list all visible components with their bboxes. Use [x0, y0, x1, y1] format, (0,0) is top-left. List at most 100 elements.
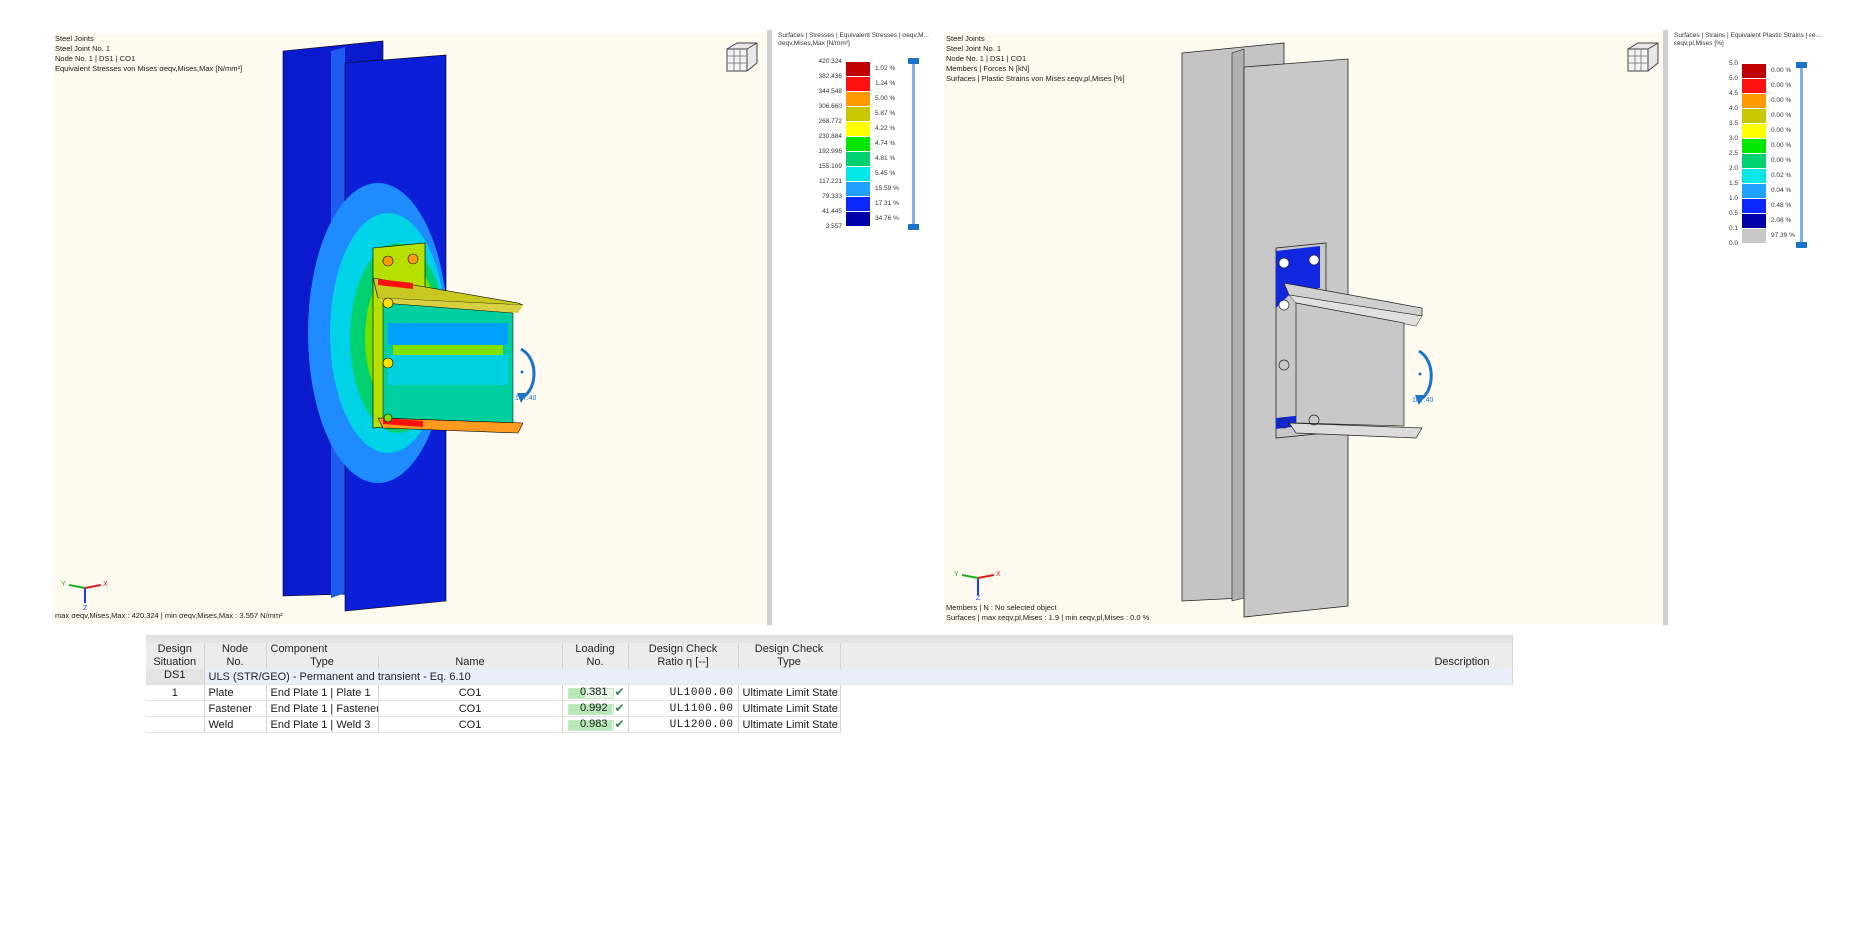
table-row[interactable]: FastenerEnd Plate 1 | Fasteners 1 | Bolt…	[146, 700, 1512, 717]
legend-percent: 1.24 %	[875, 80, 896, 87]
design-situation-cell[interactable]: DS1	[146, 669, 205, 685]
legend-percent: 0.48 %	[1771, 202, 1792, 209]
header-description[interactable]: Description	[840, 643, 1513, 669]
description-cell[interactable]: Ultimate Limit State | Bolt check	[738, 700, 841, 717]
legend-value: 2.0	[1728, 165, 1738, 172]
legend-color-swatch	[1742, 124, 1766, 138]
legend-percent: 1.02 %	[875, 65, 896, 72]
node-no-cell[interactable]	[146, 716, 205, 733]
legend-percent: 0.00 %	[1771, 157, 1792, 164]
plastic-strain-3d-view[interactable]: Steel Joints Steel Joint No. 1 Node No. …	[944, 33, 1663, 624]
legend-range-slider[interactable]	[1800, 64, 1803, 244]
legend-percent: 17.31 %	[875, 200, 899, 207]
name-cell[interactable]: End Plate 1 | Weld 3	[266, 716, 379, 733]
check-type-cell[interactable]: UL1200.00	[628, 716, 739, 733]
legend-percent: 0.02 %	[1771, 172, 1792, 179]
header-design-situation[interactable]: Design Situation	[146, 643, 205, 669]
legend-title-line: Surfaces | Stresses | Equivalent Stresse…	[778, 32, 929, 39]
legend-percent: 97.39 %	[1771, 232, 1795, 239]
group-label[interactable]: ULS (STR/GEO) - Permanent and transient …	[204, 669, 1513, 685]
name-cell[interactable]: End Plate 1 | Plate 1	[266, 684, 379, 701]
footer-line: Members | N : No selected object	[946, 603, 1057, 612]
header-design-check-type[interactable]: Design Check Type	[738, 643, 841, 669]
check-passed-icon: ✔	[614, 701, 625, 715]
ratio-cell[interactable]: 0.992 ✔	[562, 700, 629, 717]
slider-bottom-handle[interactable]	[908, 224, 919, 230]
type-cell[interactable]: Weld	[204, 716, 267, 733]
legend-percent: 34.76 %	[875, 215, 899, 222]
header-loading-no[interactable]: Loading No.	[562, 643, 629, 669]
view-footer: Members | N : No selected object Surface…	[946, 603, 1149, 623]
legend-percent: 5.45 %	[875, 170, 896, 177]
legend-value: 79.333	[822, 193, 842, 200]
view-footer: max σeqv,Mises,Max : 420.324 | min σeqv,…	[55, 611, 283, 620]
ratio-value: 0.992	[579, 702, 608, 714]
legend-percent: 0.00 %	[1771, 142, 1792, 149]
legend-title-line: εeqv,pl,Mises [%]	[1674, 40, 1724, 47]
legend-value: 2.5	[1728, 150, 1738, 157]
legend-percent: 0.00 %	[1771, 112, 1792, 119]
legend-color-swatch	[1742, 94, 1766, 108]
type-cell[interactable]: Plate	[204, 684, 267, 701]
type-cell[interactable]: Fastener	[204, 700, 267, 717]
ratio-cell[interactable]: 0.381 ✔	[562, 684, 629, 701]
legend-title: Surfaces | Stresses | Equivalent Stresse…	[778, 32, 929, 48]
ratio-value: 0.381	[579, 686, 608, 698]
legend-percent: 0.00 %	[1771, 127, 1792, 134]
axis-x-label: X	[996, 571, 1001, 578]
legend-value: 420.324	[818, 58, 843, 65]
stress-legend-panel: Surfaces | Stresses | Equivalent Stresse…	[767, 30, 948, 625]
node-no-cell[interactable]	[146, 700, 205, 717]
legend-value: 3.5	[1728, 120, 1738, 127]
slider-bottom-handle[interactable]	[1796, 242, 1807, 248]
ratio-cell[interactable]: 0.983 ✔	[562, 716, 629, 733]
legend-color-swatch	[846, 152, 870, 166]
legend-percent: 4.22 %	[875, 125, 896, 132]
legend-value: 41.445	[822, 208, 842, 215]
legend-color-swatch	[1742, 184, 1766, 198]
table-row[interactable]: Weld End Plate 1 | Weld 3 CO1 0.983 ✔ UL1200.…	[146, 716, 1512, 733]
legend-color-swatch	[846, 107, 870, 121]
legend-value: 0.0	[1728, 240, 1738, 247]
legend-title: Surfaces | Strains | Equivalent Plastic …	[1674, 32, 1821, 48]
table-row[interactable]: 1 Plate End Plate 1 | Plate 1 CO1 0.381 ✔ UL10…	[146, 684, 1512, 701]
view-cube-icon[interactable]	[723, 41, 759, 73]
legend-value: 1.0	[1728, 195, 1738, 202]
check-type-cell[interactable]: UL1100.00	[628, 700, 739, 717]
header-name[interactable]: Name	[378, 656, 563, 669]
moment-label: 167.40	[515, 395, 537, 402]
legend-title-line: σeqv,Mises,Max [N/mm²]	[778, 40, 850, 47]
legend-title-line: Surfaces | Strains | Equivalent Plastic …	[1674, 32, 1822, 39]
loading-cell[interactable]: CO1	[378, 716, 563, 733]
legend-value: 4.5	[1728, 90, 1738, 97]
description-cell[interactable]: Ultimate Limit State | Plate check	[738, 684, 841, 701]
stress-3d-view[interactable]: Steel Joints Steel Joint No. 1 Node No. …	[53, 33, 767, 624]
legend-color-swatch	[846, 167, 870, 181]
loading-cell[interactable]: CO1	[378, 700, 563, 717]
name-cell[interactable]: End Plate 1 | Fasteners 1 | Bolt ...	[266, 700, 379, 717]
legend-value: 117.221	[818, 178, 842, 185]
slider-top-handle[interactable]	[908, 58, 919, 64]
header-node-no[interactable]: Node No.	[204, 643, 267, 669]
legend-value: 230.884	[818, 133, 843, 140]
view-cube-icon[interactable]	[1624, 41, 1660, 73]
description-cell[interactable]: Ultimate Limit State | Fillet weld check	[738, 716, 841, 733]
strain-legend-panel: Surfaces | Strains | Equivalent Plastic …	[1663, 30, 1845, 625]
node-no-cell[interactable]: 1	[146, 684, 205, 701]
legend-color-swatch	[846, 197, 870, 211]
check-passed-icon: ✔	[614, 717, 625, 731]
loading-cell[interactable]: CO1	[378, 684, 563, 701]
legend-value: 0.5	[1728, 210, 1738, 217]
legend-color-swatch	[846, 77, 870, 91]
legend-color-swatch	[1742, 169, 1766, 183]
legend-value: 5.0	[1728, 75, 1738, 82]
legend-color-swatch	[1742, 79, 1766, 93]
slider-top-handle[interactable]	[1796, 62, 1807, 68]
check-type-cell[interactable]: UL1000.00	[628, 684, 739, 701]
header-type[interactable]: Type	[266, 656, 379, 669]
header-component[interactable]: Component	[266, 643, 563, 656]
ratio-value: 0.983	[579, 718, 608, 730]
legend-range-slider[interactable]	[912, 60, 915, 226]
legend-percent: 5.00 %	[875, 95, 896, 102]
header-design-check-ratio[interactable]: Design Check Ratio η [--]	[628, 643, 739, 669]
